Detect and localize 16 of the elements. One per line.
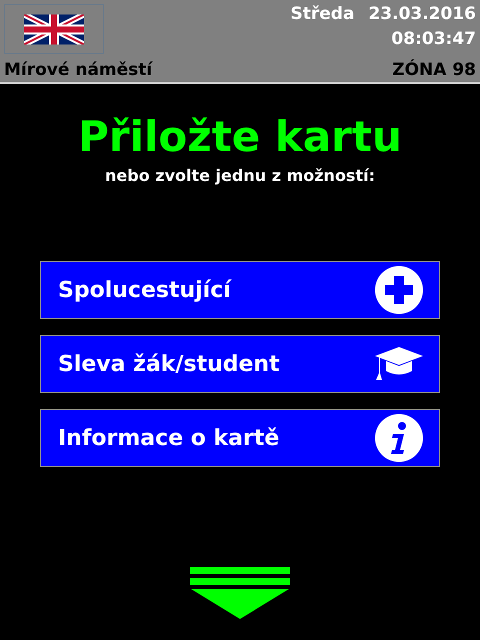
- language-button[interactable]: [4, 4, 104, 54]
- graduation-cap-icon: [375, 347, 423, 381]
- prompt-title: Přiložte kartu: [77, 112, 403, 162]
- scroll-down-icon[interactable]: [190, 567, 290, 619]
- prompt-subtitle: nebo zvolte jednu z možností:: [104, 166, 376, 185]
- stop-name: Mírové náměstí: [4, 60, 154, 80]
- date: 23.03.2016: [368, 3, 476, 26]
- info-icon: [375, 414, 423, 462]
- zone-label: ZÓNA 98: [392, 60, 476, 80]
- option-button[interactable]: Sleva žák/student: [40, 335, 440, 393]
- option-button[interactable]: Spolucestující: [40, 261, 440, 319]
- flag-icon: [24, 12, 84, 46]
- option-button[interactable]: Informace o kartě: [40, 409, 440, 467]
- weekday: Středa: [290, 3, 354, 26]
- plus-icon: [375, 266, 423, 314]
- clock-time: 08:03:47: [391, 28, 476, 51]
